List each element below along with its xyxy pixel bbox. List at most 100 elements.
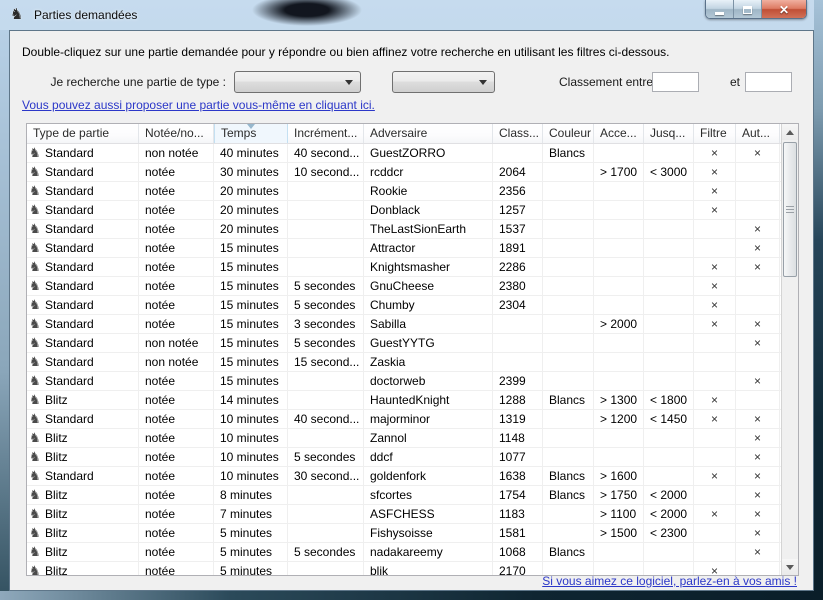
table-row[interactable]: ♞Blitznotée10 minutesZannol1148×	[27, 429, 781, 448]
cell-auto	[736, 277, 780, 295]
tell-friends-link[interactable]: Si vous aimez ce logiciel, parlez-en à v…	[542, 574, 797, 588]
column-header-filter[interactable]: Filtre	[694, 124, 736, 143]
cell-time: 7 minutes	[214, 505, 288, 523]
cell-time: 10 minutes	[214, 429, 288, 447]
chess-knight-icon: ♞	[29, 297, 45, 313]
cell-color	[543, 448, 594, 466]
column-header-rating[interactable]: Class...	[493, 124, 543, 143]
column-header-color[interactable]: Couleur	[543, 124, 594, 143]
table-row[interactable]: ♞Standardnon notée15 minutes15 second...…	[27, 353, 781, 372]
game-subtype-combobox[interactable]	[392, 71, 495, 93]
cell-adversary: HauntedKnight	[364, 391, 493, 409]
table-row[interactable]: ♞Standardnotée10 minutes40 second...majo…	[27, 410, 781, 429]
table-row[interactable]: ♞Blitznotée14 minutesHauntedKnight1288Bl…	[27, 391, 781, 410]
cell-time: 14 minutes	[214, 391, 288, 409]
cell-auto: ×	[736, 220, 780, 238]
cell-adversary: Sabilla	[364, 315, 493, 333]
column-header-adversary[interactable]: Adversaire	[364, 124, 493, 143]
table-row[interactable]: ♞Standardnon notée15 minutes5 secondesGu…	[27, 334, 781, 353]
table-row[interactable]: ♞Standardnotée20 minutesRookie2356×	[27, 182, 781, 201]
cell-rated: notée	[139, 315, 214, 333]
vertical-scrollbar[interactable]	[781, 124, 798, 575]
cell-rated: non notée	[139, 144, 214, 162]
chess-knight-icon: ♞	[29, 278, 45, 294]
column-header-up-to[interactable]: Jusq...	[644, 124, 694, 143]
cell-adversary: sfcortes	[364, 486, 493, 504]
column-header-rated[interactable]: Notée/no...	[139, 124, 214, 143]
cell-filter: ×	[694, 315, 736, 333]
cell-below	[644, 334, 694, 352]
table-row[interactable]: ♞Standardnotée15 minutesAttractor1891×	[27, 239, 781, 258]
chevron-down-icon	[479, 80, 487, 85]
cell-type: ♞Standard	[27, 163, 139, 181]
table-row[interactable]: ♞Standardnotée15 minutesKnightsmasher228…	[27, 258, 781, 277]
cell-filter: ×	[694, 410, 736, 428]
cell-adversary: rcddcr	[364, 163, 493, 181]
scroll-down-button[interactable]	[782, 559, 798, 575]
table-row[interactable]: ♞Blitznotée5 minutesFishysoisse1581> 150…	[27, 524, 781, 543]
column-header-accept-above[interactable]: Acce...	[594, 124, 644, 143]
scrollbar-thumb[interactable]	[783, 142, 797, 277]
cell-above	[594, 372, 644, 390]
game-type-text: Standard	[45, 239, 94, 257]
cell-above: > 1750	[594, 486, 644, 504]
cell-increment: 10 second...	[288, 163, 364, 181]
filter-row: Je recherche une partie de type : Classe…	[10, 71, 813, 95]
cell-color	[543, 334, 594, 352]
rating-min-input[interactable]	[652, 72, 699, 92]
table-row[interactable]: ♞Standardnotée10 minutes30 second...gold…	[27, 467, 781, 486]
table-row[interactable]: ♞Standardnotée20 minutesTheLastSionEarth…	[27, 220, 781, 239]
table-row[interactable]: ♞Standardnotée15 minutes5 secondesChumby…	[27, 296, 781, 315]
rating-max-input[interactable]	[745, 72, 792, 92]
cell-time: 15 minutes	[214, 315, 288, 333]
table-row[interactable]: ♞Standardnotée15 minutesdoctorweb2399×	[27, 372, 781, 391]
cell-time: 15 minutes	[214, 353, 288, 371]
table-row[interactable]: ♞Standardnotée15 minutes5 secondesGnuChe…	[27, 277, 781, 296]
intro-text: Double-cliquez sur une partie demandée p…	[22, 45, 669, 59]
propose-game-link[interactable]: Vous pouvez aussi proposer une partie vo…	[22, 98, 375, 112]
column-header-time[interactable]: Temps	[214, 124, 288, 143]
table-row[interactable]: ♞Blitznotée7 minutesASFCHESS1183> 1100< …	[27, 505, 781, 524]
table-row[interactable]: ♞Blitznotée10 minutes5 secondesddcf1077×	[27, 448, 781, 467]
game-type-text: Standard	[45, 353, 94, 371]
cell-increment: 5 secondes	[288, 334, 364, 352]
title-bar[interactable]: ♞ Parties demandées ✕	[0, 0, 823, 30]
close-button[interactable]: ✕	[762, 0, 806, 19]
cell-color	[543, 220, 594, 238]
cell-below	[644, 220, 694, 238]
cell-above	[594, 429, 644, 447]
cell-filter	[694, 524, 736, 542]
table-row[interactable]: ♞Blitznotée5 minutes5 secondesnadakareem…	[27, 543, 781, 562]
cell-auto: ×	[736, 467, 780, 485]
cell-time: 20 minutes	[214, 201, 288, 219]
cell-below	[644, 353, 694, 371]
cell-rating	[493, 334, 543, 352]
table-row[interactable]: ♞Blitznotée8 minutessfcortes1754Blancs> …	[27, 486, 781, 505]
cell-below: < 3000	[644, 163, 694, 181]
chess-knight-icon: ♞	[29, 449, 45, 465]
table-row[interactable]: ♞Standardnotée15 minutes3 secondesSabill…	[27, 315, 781, 334]
column-header-increment[interactable]: Incrément...	[288, 124, 364, 143]
cell-time: 15 minutes	[214, 239, 288, 257]
cell-below	[644, 144, 694, 162]
game-type-combobox[interactable]	[234, 71, 361, 93]
cell-adversary: Rookie	[364, 182, 493, 200]
maximize-button[interactable]	[734, 0, 762, 19]
table-row[interactable]: ♞Standardnotée20 minutesDonblack1257×	[27, 201, 781, 220]
minimize-button[interactable]	[706, 0, 734, 19]
table-body: ♞Standardnon notée40 minutes40 second...…	[27, 144, 781, 575]
cell-rating: 1754	[493, 486, 543, 504]
cell-increment	[288, 562, 364, 575]
scroll-up-button[interactable]	[782, 124, 798, 140]
chess-knight-icon: ♞	[29, 164, 45, 180]
table-row[interactable]: ♞Standardnon notée40 minutes40 second...…	[27, 144, 781, 163]
cell-color	[543, 410, 594, 428]
cell-adversary: Attractor	[364, 239, 493, 257]
cell-rated: non notée	[139, 353, 214, 371]
column-header-auto[interactable]: Aut...	[736, 124, 780, 143]
cell-auto: ×	[736, 429, 780, 447]
column-header-type[interactable]: Type de partie	[27, 124, 139, 143]
table-row[interactable]: ♞Standardnotée30 minutes10 second...rcdd…	[27, 163, 781, 182]
arrow-up-icon	[786, 130, 794, 135]
chess-knight-icon: ♞	[29, 259, 45, 275]
